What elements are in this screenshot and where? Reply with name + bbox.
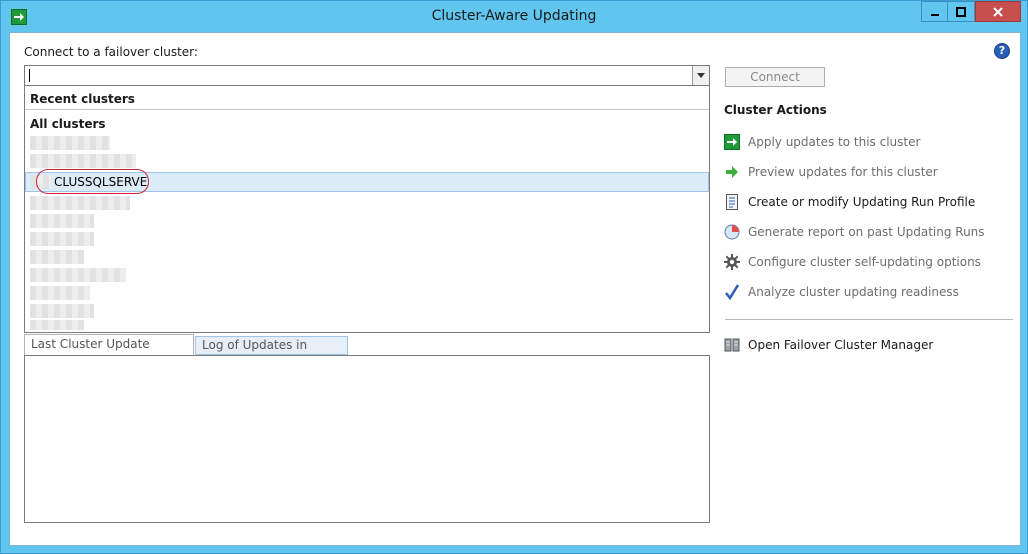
configure-self-updating-link[interactable]: Configure cluster self-updating options <box>724 253 981 271</box>
actions-divider <box>725 319 1013 320</box>
preview-updates-link[interactable]: Preview updates for this cluster <box>724 163 938 181</box>
list-item[interactable] <box>30 286 90 300</box>
recent-clusters-header: Recent clusters <box>30 92 135 106</box>
generate-report-link[interactable]: Generate report on past Updating Runs <box>724 223 985 241</box>
failover-manager-icon <box>724 337 740 353</box>
generate-report-label: Generate report on past Updating Runs <box>748 225 985 239</box>
configure-self-updating-label: Configure cluster self-updating options <box>748 255 981 269</box>
list-item[interactable] <box>30 320 84 330</box>
cluster-combobox[interactable] <box>24 65 710 86</box>
list-item[interactable] <box>30 154 136 168</box>
maximize-button[interactable] <box>948 1 975 22</box>
text-caret <box>29 69 30 82</box>
maximize-icon <box>956 6 966 17</box>
list-item[interactable] <box>30 268 126 282</box>
minimize-button[interactable] <box>921 1 948 22</box>
apply-updates-label: Apply updates to this cluster <box>748 135 921 149</box>
annotation-highlight <box>36 169 149 194</box>
list-item[interactable] <box>30 304 94 318</box>
checkmark-icon <box>724 284 740 301</box>
open-failover-manager-link[interactable]: Open Failover Cluster Manager <box>724 336 933 354</box>
minimize-icon <box>930 13 939 16</box>
open-failover-manager-label: Open Failover Cluster Manager <box>748 338 934 352</box>
list-item[interactable] <box>30 196 130 210</box>
list-item[interactable] <box>30 136 110 150</box>
run-profile-label: Create or modify Updating Run Profile <box>748 195 976 209</box>
tab-last-update-summary[interactable]: Last Cluster Update Summary <box>24 334 194 370</box>
tab-log-of-updates[interactable]: Log of Updates in Progress <box>195 336 348 369</box>
report-chart-icon <box>724 224 740 240</box>
dropdown-separator <box>25 109 709 110</box>
connect-button[interactable]: Connect <box>725 67 825 87</box>
chevron-down-icon <box>697 73 705 78</box>
app-window: Cluster-Aware Updating Connect to a fail… <box>0 0 1028 554</box>
analyze-readiness-link[interactable]: Analyze cluster updating readiness <box>724 283 959 301</box>
apply-updates-icon <box>724 134 740 150</box>
gear-icon <box>724 254 740 270</box>
cluster-actions-title: Cluster Actions <box>724 103 827 117</box>
title-bar[interactable]: Cluster-Aware Updating <box>1 1 1027 33</box>
preview-arrow-icon <box>724 164 740 180</box>
run-profile-link[interactable]: Create or modify Updating Run Profile <box>724 193 975 211</box>
list-item[interactable] <box>30 250 84 264</box>
close-icon <box>993 6 1003 17</box>
preview-updates-label: Preview updates for this cluster <box>748 165 938 179</box>
analyze-readiness-label: Analyze cluster updating readiness <box>748 285 959 299</box>
close-button[interactable] <box>975 1 1021 22</box>
list-item[interactable] <box>30 232 94 246</box>
window-title: Cluster-Aware Updating <box>431 8 597 24</box>
help-icon[interactable]: ? <box>994 43 1010 59</box>
profile-document-icon <box>724 194 740 210</box>
tab-content-panel <box>24 355 710 523</box>
all-clusters-header: All clusters <box>30 117 106 131</box>
client-area: Connect to a failover cluster: ? Recent … <box>9 32 1021 546</box>
cluster-dropdown-list[interactable]: Recent clusters All clusters CLUSSQLSERV… <box>24 86 710 333</box>
combobox-dropdown-button[interactable] <box>692 66 709 85</box>
apply-updates-link[interactable]: Apply updates to this cluster <box>724 133 920 151</box>
list-item[interactable] <box>30 214 94 228</box>
connect-label: Connect to a failover cluster: <box>24 45 198 59</box>
